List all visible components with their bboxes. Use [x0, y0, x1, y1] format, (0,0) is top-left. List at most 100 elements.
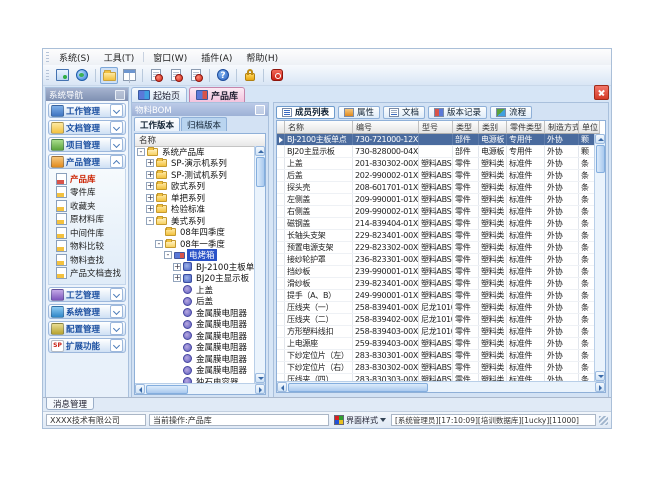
tree-node-金属膜电阻器[interactable]: 金属膜电阻器 [135, 307, 254, 319]
tree-node-系统产品库[interactable]: -系统产品库 [135, 146, 254, 158]
tree-node-欧式系列[interactable]: +欧式系列 [135, 181, 254, 193]
expand-icon[interactable]: + [146, 159, 154, 167]
table-row[interactable]: 压线夹（一）258-839401-00X尼龙1010零件塑料类标准件外协条 [277, 302, 594, 314]
tree-node-SP-演示机系列[interactable]: +SP-演示机系列 [135, 158, 254, 170]
sidebar-item-物料查找[interactable]: 物料查找 [49, 253, 125, 267]
expand-icon[interactable]: + [146, 205, 154, 213]
doc-delete-button[interactable] [187, 67, 205, 84]
scroll-down-icon[interactable] [595, 371, 605, 381]
resize-grip[interactable] [599, 416, 608, 425]
menu-item-1[interactable]: 系统(S) [52, 50, 97, 65]
bom-tab-归档版本[interactable]: 归档版本 [181, 117, 227, 131]
sidebar-item-物料比较[interactable]: 物料比较 [49, 240, 125, 254]
table-row[interactable]: 左侧盖209-990001-01X塑料ABS零件塑料类标准件外协条 [277, 194, 594, 206]
tree-node-电烤箱[interactable]: -电烤箱 [135, 250, 254, 262]
exit-button[interactable] [268, 67, 286, 84]
sidebar-item-产品文档查找[interactable]: 产品文档查找 [49, 267, 125, 281]
sidebar-item-零件库[interactable]: 零件库 [49, 186, 125, 200]
table-vertical-scrollbar[interactable] [594, 134, 605, 381]
table-row[interactable]: 右侧盖209-990002-01X塑料ABS零件塑料类标准件外协条 [277, 206, 594, 218]
chevron-down-icon[interactable] [110, 121, 123, 134]
tree-node-BJ-2100主板单点[interactable]: +BJ-2100主板单点 [135, 261, 254, 273]
toolbar-grip[interactable] [46, 52, 49, 62]
table-row[interactable]: 方形塑料线扣258-839403-00X尼龙1010零件塑料类标准件外协条 [277, 326, 594, 338]
sidebar-group-button-8[interactable]: SP扩展功能 [48, 338, 126, 353]
table-row[interactable]: BJ-2100主板单点730-721000-12X部件电源板专用件外协颗 [277, 134, 594, 146]
sidebar-item-产品库[interactable]: 产品库 [49, 172, 125, 186]
tree-node-SP-测试机系列[interactable]: +SP-测试机系列 [135, 169, 254, 181]
doc-tab-产品库[interactable]: 产品库 [189, 87, 245, 102]
tree-node-金属膜电阻器[interactable]: 金属膜电阻器 [135, 319, 254, 331]
scroll-up-icon[interactable] [595, 134, 605, 144]
members-tab-版本记录[interactable]: 版本记录 [428, 106, 487, 119]
message-manager-tab[interactable]: 消息管理 [46, 398, 94, 410]
tree-node-金属膜电阻器[interactable]: 金属膜电阻器 [135, 365, 254, 377]
table-row[interactable]: 预置电源支架229-823302-00X塑料ABS零件塑料类标准件外协条 [277, 242, 594, 254]
scrollbar-thumb[interactable] [288, 383, 428, 392]
table-row[interactable]: 磁钢盖214-839404-01X塑料ABS零件塑料类标准件外协条 [277, 218, 594, 230]
table-row[interactable]: 压线夹（四）283-830303-00X塑料ABS零件塑料类标准件外协条 [277, 374, 594, 381]
table-row[interactable]: 提手（A、B）249-990001-01X塑料ABS零件塑料类标准件外协条 [277, 290, 594, 302]
table-row[interactable]: 上盖201-830302-00X塑料ABS零件塑料类标准件外协条 [277, 158, 594, 170]
table-row[interactable]: 挡纱板239-990001-01X塑料ABS零件塑料类标准件外协条 [277, 266, 594, 278]
expand-icon[interactable]: + [146, 182, 154, 190]
collapse-icon[interactable]: - [137, 148, 145, 156]
table-row[interactable]: 长轴头支架229-823401-00X塑料ABS零件塑料类标准件外协条 [277, 230, 594, 242]
table-row[interactable]: BJ20主显示板730-828000-04X部件电源板专用件外协颗 [277, 146, 594, 158]
table-row[interactable]: 下纱定位片（左）283-830301-00X塑料ABS零件塑料类标准件外协条 [277, 350, 594, 362]
scroll-right-icon[interactable] [255, 384, 265, 394]
chevron-down-icon[interactable] [110, 322, 123, 335]
tree-node-金属膜电阻器[interactable]: 金属膜电阻器 [135, 353, 254, 365]
collapse-icon[interactable]: - [155, 240, 163, 248]
column-header-单位[interactable]: 单位 [579, 121, 600, 134]
sidebar-item-收藏夹[interactable]: 收藏夹 [49, 199, 125, 213]
tree-node-金属膜电阻器[interactable]: 金属膜电阻器 [135, 342, 254, 354]
sidebar-group-button-1[interactable]: 工作管理 [48, 103, 126, 118]
sidebar-item-原材料库[interactable]: 原材料库 [49, 213, 125, 227]
table-row[interactable]: 接纱轮护罩236-823301-00X塑料ABS零件塑料类标准件外协条 [277, 254, 594, 266]
members-tab-流程[interactable]: 流程 [490, 106, 532, 119]
tree-node-08年四季度[interactable]: 08年四季度 [135, 227, 254, 239]
scroll-right-icon[interactable] [595, 382, 605, 392]
menu-item-4[interactable]: 插件(A) [194, 50, 239, 65]
doc-tab-起始页[interactable]: 起始页 [131, 87, 187, 102]
help-button[interactable] [214, 67, 232, 84]
expand-icon[interactable]: + [146, 194, 154, 202]
globe-button[interactable] [73, 67, 91, 84]
sidebar-item-中间件库[interactable]: 中间件库 [49, 226, 125, 240]
column-header-名称[interactable]: 名称 [285, 121, 353, 134]
lock-button[interactable] [241, 67, 259, 84]
table-row[interactable]: 后盖202-990002-01X塑料ABS零件塑料类标准件外协条 [277, 170, 594, 182]
chevron-down-icon[interactable] [110, 339, 123, 352]
tree-node-检验标准[interactable]: +检验标准 [135, 204, 254, 216]
scrollbar-thumb[interactable] [146, 385, 188, 394]
scrollbar-thumb[interactable] [256, 157, 265, 187]
open-folder-button[interactable] [100, 67, 118, 84]
tree-node-后盖[interactable]: 后盖 [135, 296, 254, 308]
tree-node-08年一季度[interactable]: -08年一季度 [135, 238, 254, 250]
chevron-down-icon[interactable] [110, 305, 123, 318]
column-header-类型[interactable]: 类型 [453, 121, 479, 134]
sidebar-group-button-3[interactable]: 项目管理 [48, 137, 126, 152]
tree-vertical-scrollbar[interactable] [254, 146, 265, 383]
sidebar-group-button-4[interactable]: 产品管理 [48, 154, 126, 169]
chevron-up-icon[interactable] [110, 155, 123, 168]
doc-edit-button[interactable] [167, 67, 185, 84]
menu-item-5[interactable]: 帮助(H) [239, 50, 285, 65]
pin-icon[interactable] [255, 105, 265, 115]
table-row[interactable]: 探头壳208-601701-01X塑料ABS零件塑料类标准件外协条 [277, 182, 594, 194]
scroll-down-icon[interactable] [255, 373, 265, 383]
menu-item-2[interactable]: 工具(T) [97, 50, 142, 65]
table-row[interactable]: 下纱定位片（右）283-830302-00X塑料ABS零件塑料类标准件外协条 [277, 362, 594, 374]
table-row[interactable]: 滑纱板239-823401-00X塑料ABS零件塑料类标准件外协条 [277, 278, 594, 290]
doc-new-button[interactable] [147, 67, 165, 84]
monitor-button[interactable] [53, 67, 71, 84]
members-tab-文档[interactable]: 文档 [383, 106, 425, 119]
scroll-up-icon[interactable] [255, 146, 265, 156]
table-horizontal-scrollbar[interactable] [277, 381, 605, 392]
column-header-型号[interactable]: 型号 [419, 121, 453, 134]
toolbar-grip[interactable] [46, 70, 49, 80]
tree-node-美式系列[interactable]: -美式系列 [135, 215, 254, 227]
chevron-down-icon[interactable] [110, 288, 123, 301]
menu-item-3[interactable]: 窗口(W) [146, 50, 194, 65]
